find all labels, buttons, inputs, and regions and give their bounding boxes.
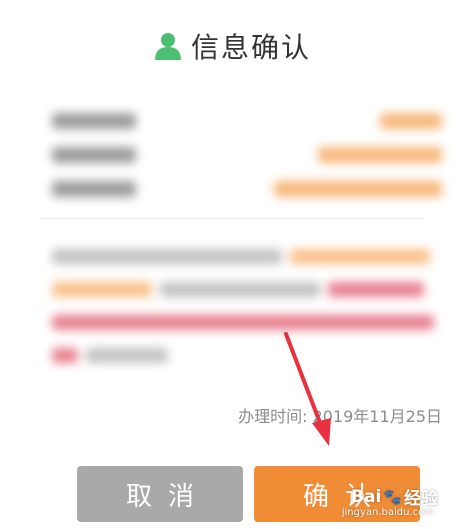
process-date: 办理时间: 2019年11月25日 [238, 407, 442, 426]
dialog-title: 信息确认 [0, 24, 464, 68]
dialog-title-text: 信息确认 [190, 31, 311, 64]
watermark: Bai 🐾 经验 [351, 484, 438, 510]
watermark-url: jingyan.baidu.com [341, 507, 434, 518]
blurred-info-rows [52, 104, 442, 206]
watermark-jingyan: 经验 [404, 489, 438, 509]
blurred-notice-paragraph [52, 240, 442, 372]
user-icon [154, 33, 181, 60]
paw-icon: 🐾 [383, 487, 402, 506]
watermark-bai: Bai [351, 486, 382, 507]
info-row [52, 138, 442, 172]
info-row [52, 172, 442, 206]
info-row [52, 104, 442, 138]
cancel-button[interactable]: 取消 [77, 466, 243, 522]
divider [40, 218, 424, 219]
